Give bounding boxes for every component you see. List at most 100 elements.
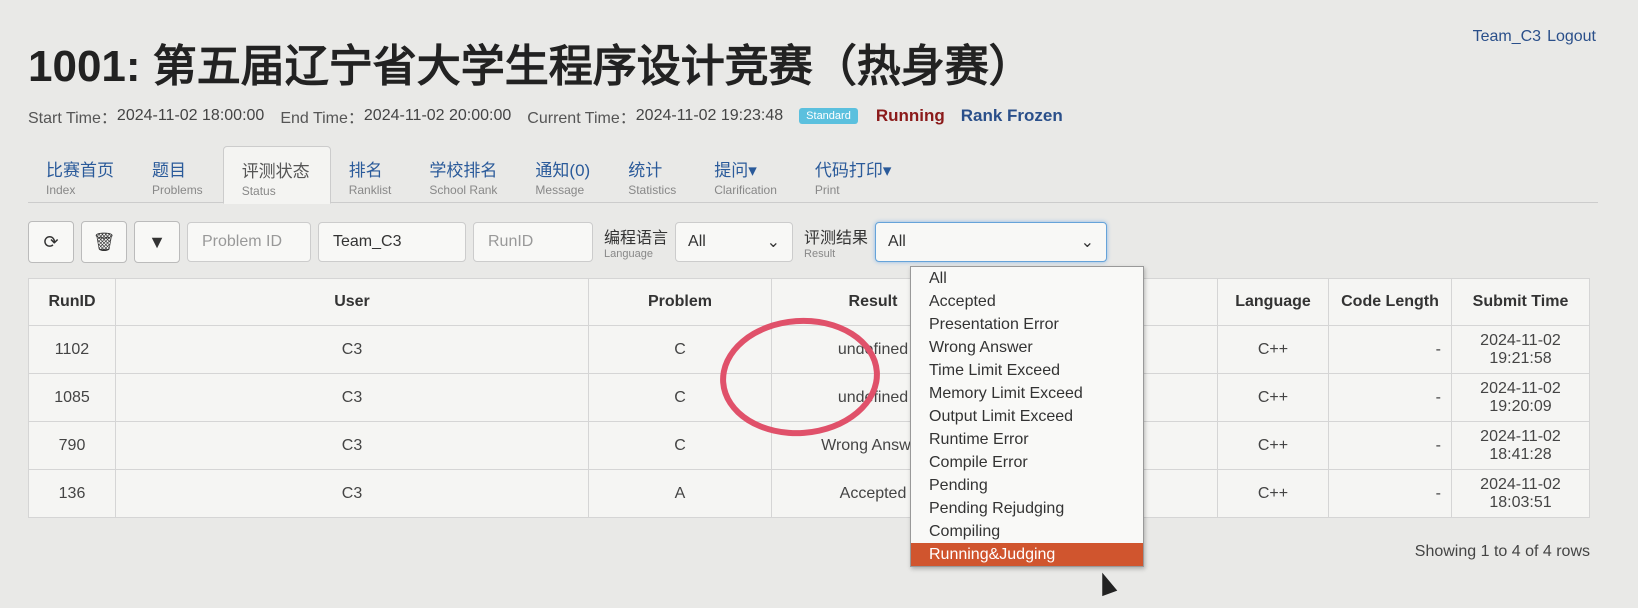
- problem-cell[interactable]: C: [588, 421, 772, 470]
- runid-input[interactable]: [473, 222, 593, 262]
- page-title: 1001: 第五届辽宁省大学生程序设计竞赛（热身赛）: [28, 42, 1033, 91]
- problem-cell[interactable]: A: [588, 469, 772, 518]
- col-code-length[interactable]: Code Length: [1328, 278, 1452, 326]
- mouse-cursor-icon: [1094, 569, 1118, 597]
- col-submit-time[interactable]: Submit Time: [1451, 278, 1590, 326]
- chevron-down-icon: ⌄: [766, 234, 781, 251]
- dropdown-option[interactable]: Time Limit Exceed: [911, 359, 1143, 382]
- code-length-cell: -: [1328, 325, 1452, 374]
- runid-cell[interactable]: 136: [28, 469, 116, 518]
- tab-label: 学校排名: [429, 161, 498, 180]
- language-label-zh: 编程语言: [604, 230, 669, 247]
- dropdown-option[interactable]: Wrong Answer: [911, 336, 1143, 359]
- current-time: 2024-11-02 19:23:48: [635, 107, 784, 124]
- result-label: 评测结果 Result: [804, 224, 868, 260]
- start-time-label: Start Time：: [28, 110, 117, 127]
- tab-sublabel: Status: [241, 184, 276, 198]
- col-problem[interactable]: Problem: [588, 278, 772, 326]
- dropdown-option[interactable]: All: [911, 267, 1143, 290]
- submit-time-cell: 2024-11-02 18:41:28: [1451, 421, 1590, 470]
- tab-sublabel: Print: [814, 183, 840, 197]
- tab-school-rank[interactable]: 学校排名 School Rank: [411, 146, 517, 202]
- tab-sublabel: Message: [535, 183, 585, 197]
- col-user[interactable]: User: [115, 278, 589, 326]
- user-cell: C3: [115, 373, 589, 422]
- language-cell: C++: [1217, 421, 1329, 470]
- runid-cell[interactable]: 1102: [28, 325, 116, 374]
- tab-label: 统计: [628, 161, 663, 180]
- user-input[interactable]: [318, 222, 466, 262]
- dropdown-option[interactable]: Pending: [911, 474, 1143, 497]
- language-select[interactable]: All ⌄: [675, 222, 794, 262]
- tab-sublabel: Problems: [152, 183, 203, 197]
- dropdown-option[interactable]: Accepted: [911, 290, 1143, 313]
- result-value: All: [888, 233, 906, 250]
- dropdown-option[interactable]: Compiling: [911, 520, 1143, 543]
- tab-label: 评测状态: [241, 162, 310, 181]
- contest-meta: Start Time： 2024-11-02 18:00:00 End Time…: [28, 104, 1063, 128]
- tab-label: 通知(0): [535, 161, 591, 180]
- result-label-en: Result: [804, 248, 836, 260]
- tab-label: 排名: [348, 161, 383, 180]
- rank-frozen-status: Rank Frozen: [960, 106, 1063, 125]
- filter-button[interactable]: ▼: [134, 221, 180, 263]
- tab-sublabel: Clarification: [714, 183, 777, 197]
- language-cell: C++: [1217, 469, 1329, 518]
- user-cell: C3: [115, 421, 589, 470]
- dropdown-option[interactable]: Pending Rejudging: [911, 497, 1143, 520]
- col-language[interactable]: Language: [1217, 278, 1329, 326]
- dropdown-option[interactable]: Compile Error: [911, 451, 1143, 474]
- result-label-zh: 评测结果: [804, 230, 869, 247]
- tab-message[interactable]: 通知(0) Message: [517, 146, 610, 202]
- refresh-button[interactable]: ⟳: [28, 221, 74, 263]
- dropdown-option-highlighted[interactable]: Running&Judging: [911, 543, 1143, 566]
- tab-label: 提问▾: [714, 161, 757, 180]
- contest-status: Running: [875, 106, 945, 125]
- mode-badge: Standard: [799, 108, 858, 124]
- chevron-down-icon: ⌄: [1080, 234, 1095, 251]
- user-area: Team_C3 Logout: [1467, 28, 1596, 46]
- language-cell: C++: [1217, 325, 1329, 374]
- logout-link[interactable]: Logout: [1547, 28, 1596, 45]
- tab-statistics[interactable]: 统计 Statistics: [610, 146, 696, 202]
- filter-toolbar: ⟳ 🗑 ▼ 编程语言Language All ⌄ 评测结果Result All ⌄: [28, 220, 1108, 264]
- tab-label: 题目: [152, 161, 186, 180]
- dropdown-option[interactable]: Runtime Error: [911, 428, 1143, 451]
- tab-print[interactable]: 代码打印▾ Print: [797, 146, 912, 202]
- delete-button[interactable]: 🗑: [81, 221, 127, 263]
- start-time: 2024-11-02 18:00:00: [116, 107, 265, 124]
- dropdown-option[interactable]: Output Limit Exceed: [911, 405, 1143, 428]
- tab-clarification[interactable]: 提问▾ Clarification: [696, 146, 797, 202]
- submit-time-cell: 2024-11-02 19:20:09: [1451, 373, 1590, 422]
- tab-ranklist[interactable]: 排名 Ranklist: [331, 146, 412, 202]
- code-length-cell: -: [1328, 469, 1452, 518]
- tab-sublabel: Statistics: [628, 183, 677, 197]
- result-select[interactable]: All ⌄: [875, 222, 1108, 262]
- tab-label: 代码打印▾: [814, 161, 892, 180]
- result-dropdown-menu: All Accepted Presentation Error Wrong An…: [910, 266, 1144, 567]
- end-time: 2024-11-02 20:00:00: [363, 107, 512, 124]
- user-cell: C3: [115, 469, 589, 518]
- code-length-cell: -: [1328, 421, 1452, 470]
- dropdown-option[interactable]: Memory Limit Exceed: [911, 382, 1143, 405]
- tab-sublabel: School Rank: [429, 183, 498, 197]
- username: Team_C3: [1472, 28, 1542, 45]
- runid-cell[interactable]: 790: [28, 421, 116, 470]
- refresh-icon: ⟳: [43, 231, 59, 252]
- tab-index[interactable]: 比赛首页 Index: [28, 146, 134, 202]
- tab-problems[interactable]: 题目 Problems: [134, 146, 223, 202]
- dropdown-option[interactable]: Presentation Error: [911, 313, 1143, 336]
- submit-time-cell: 2024-11-02 19:21:58: [1451, 325, 1590, 374]
- user-cell: C3: [115, 325, 589, 374]
- col-runid[interactable]: RunID: [28, 278, 116, 326]
- runid-cell[interactable]: 1085: [28, 373, 116, 422]
- submit-time-cell: 2024-11-02 18:03:51: [1451, 469, 1590, 518]
- tab-sublabel: Ranklist: [348, 183, 392, 197]
- problem-id-input[interactable]: [187, 222, 311, 262]
- code-length-cell: -: [1328, 373, 1452, 422]
- tab-status[interactable]: 评测状态 Status: [222, 146, 331, 204]
- filter-icon: ▼: [148, 231, 166, 252]
- pagination-info: Showing 1 to 4 of 4 rows: [1414, 543, 1590, 560]
- language-label-en: Language: [604, 248, 653, 260]
- end-time-label: End Time：: [280, 110, 364, 127]
